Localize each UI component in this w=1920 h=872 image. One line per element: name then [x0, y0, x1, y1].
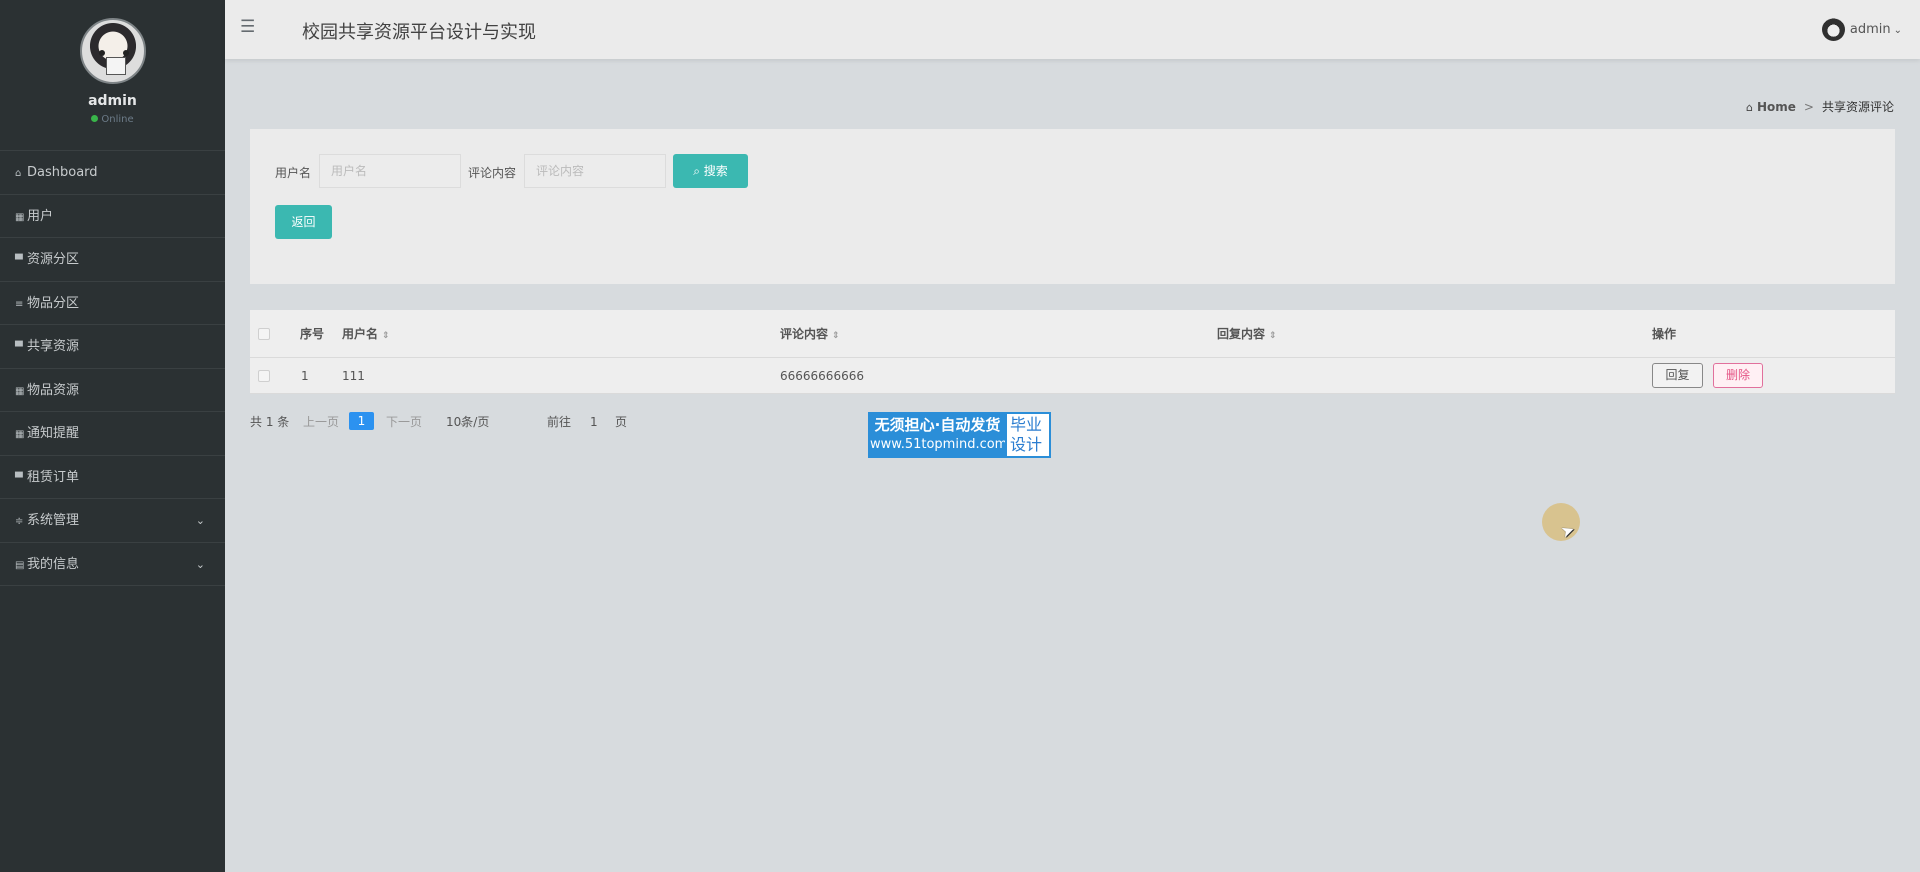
sidebar: admin Online ⌂ Dashboard ▦ 用户 ▀ 资源分区 ≡ 物品分区 … [0, 0, 225, 872]
top-header: ☰ 校园共享资源平台设计与实现 admin ⌄ [225, 0, 1920, 59]
online-status-label: Online [101, 114, 134, 125]
breadcrumb: ⌂ Home > 共享资源评论 [1746, 98, 1894, 115]
sidebar-item-label: 共享资源 [27, 339, 80, 354]
goto-label: 前往 [547, 415, 572, 429]
breadcrumb-home[interactable]: Home [1757, 100, 1796, 114]
column-header-comment[interactable]: 评论内容 ⇕ [780, 310, 840, 360]
username-label: 用户名 [275, 166, 312, 180]
sidebar-item-label: 物品分区 [27, 295, 80, 311]
online-status-dot-icon [91, 115, 99, 122]
row-comment: 66666666666 [780, 369, 864, 383]
comment-icon: ▀ [15, 472, 23, 484]
sidebar-item-notifications[interactable]: ▦ 通知提醒 [0, 412, 225, 456]
chevron-down-icon: ⌄ [1893, 25, 1902, 36]
banner-right-line-2: 设计 [1010, 435, 1043, 454]
comment-icon: ▀ [15, 342, 23, 353]
sidebar-item-label: 系统管理 [27, 513, 80, 528]
column-header-reply[interactable]: 回复内容 ⇕ [1217, 310, 1277, 360]
table-header-row: 序号 用户名 ⇕ 评论内容 ⇕ 回复内容 ⇕ 操作 [250, 310, 1895, 358]
prev-page-button[interactable]: 上一页 [303, 411, 339, 433]
sidebar-item-item-resources[interactable]: ▦ 物品资源 [0, 369, 225, 412]
sidebar-profile: admin Online [0, 0, 225, 150]
page-size-select[interactable]: 10条/页 ⌄ [446, 411, 489, 433]
select-all-checkbox[interactable] [258, 328, 270, 340]
chevron-down-icon: ⌄ [195, 514, 205, 527]
banner-right: 毕业 设计 [1005, 414, 1049, 456]
profile-name: admin [88, 93, 137, 109]
sort-icon[interactable]: ⇕ [832, 331, 840, 341]
search-icon: ⌕ [693, 164, 704, 178]
user-name: admin [1849, 22, 1891, 37]
profile-avatar [79, 18, 146, 84]
sidebar-item-label: 物品资源 [27, 382, 80, 398]
row-username: 111 [342, 369, 365, 383]
sort-icon[interactable]: ⇕ [382, 331, 390, 341]
comments-table: 序号 用户名 ⇕ 评论内容 ⇕ 回复内容 ⇕ 操作 1 111 66666666666… [250, 310, 1895, 394]
sidebar-item-label: 我的信息 [27, 556, 80, 572]
sidebar-item-label: 用户 [27, 208, 54, 224]
username-input[interactable]: 用户名 [319, 154, 461, 188]
goto-page-input[interactable]: 1 [590, 411, 598, 433]
sidebar-menu: ⌂ Dashboard ▦ 用户 ▀ 资源分区 ≡ 物品分区 ▀ 共享资源 ▦ 物品资源 ▦… [0, 150, 225, 586]
grid-icon: ▦ [15, 429, 25, 440]
breadcrumb-current: 共享资源评论 [1821, 100, 1894, 114]
site-title: 校园共享资源平台设计与实现 [302, 22, 536, 43]
promo-banner[interactable]: 无须担心·自动发货 www.51topmind.com 毕业 设计 [868, 412, 1051, 458]
user-menu[interactable]: admin ⌄ [1821, 18, 1902, 42]
next-page-button[interactable]: 下一页 [386, 411, 422, 433]
comment-icon: ▀ [15, 255, 23, 266]
hamburger-menu-icon[interactable]: ☰ [240, 18, 258, 36]
sidebar-item-users[interactable]: ▦ 用户 [0, 195, 225, 238]
breadcrumb-separator: > [1803, 100, 1814, 114]
column-header-username[interactable]: 用户名 ⇕ [342, 310, 390, 360]
search-panel: 用户名 用户名 评论内容 评论内容 ⌕ 搜索 返回 [250, 129, 1895, 284]
sidebar-item-my-info[interactable]: ▤ 我的信息 ⌄ [0, 543, 225, 586]
page-size-value: 10条/页 [446, 415, 490, 429]
grid-icon: ▦ [15, 211, 25, 223]
sidebar-item-system-management[interactable]: ≑ 系统管理 ⌄ [0, 499, 225, 543]
sidebar-item-resource-partition[interactable]: ▀ 资源分区 [0, 238, 225, 282]
sidebar-item-label: 资源分区 [27, 252, 80, 267]
column-header-comment-label: 评论内容 [780, 327, 829, 341]
page-number-current[interactable]: 1 [349, 412, 374, 430]
sidebar-item-label: 通知提醒 [27, 426, 80, 441]
column-header-actions: 操作 [1652, 327, 1677, 341]
column-header-username-label: 用户名 [342, 327, 379, 341]
reply-button[interactable]: 回复 [1652, 363, 1703, 388]
list-icon: ≡ [15, 298, 24, 310]
search-button[interactable]: ⌕ 搜索 [673, 154, 748, 188]
user-avatar [1821, 18, 1845, 41]
banner-site: www.51topmind.com [870, 437, 1008, 452]
column-header-reply-label: 回复内容 [1217, 327, 1266, 341]
sort-icon[interactable]: ⇕ [1269, 331, 1277, 341]
delete-button[interactable]: 删除 [1713, 363, 1763, 388]
online-status: Online [0, 114, 225, 125]
banner-right-line-1: 毕业 [1010, 415, 1043, 434]
page-suffix: 页 [615, 415, 628, 429]
row-checkbox[interactable] [258, 370, 270, 382]
comment-input[interactable]: 评论内容 [524, 154, 666, 188]
grid-icon: ▦ [15, 385, 25, 397]
banner-title: 无须担心·自动发货 [874, 416, 1001, 434]
column-header-index: 序号 [300, 327, 325, 341]
table-row: 1 111 66666666666 回复 删除 [250, 358, 1895, 394]
sidebar-item-dashboard[interactable]: ⌂ Dashboard [0, 151, 225, 195]
back-button[interactable]: 返回 [275, 205, 332, 239]
pagination-total: 共 1 条 [250, 415, 290, 429]
chevron-down-icon: ⌄ [195, 557, 205, 571]
sidebar-item-rental-orders[interactable]: ▀ 租赁订单 [0, 456, 225, 499]
home-icon: ⌂ [15, 168, 22, 179]
card-icon: ▤ [15, 559, 25, 571]
home-icon: ⌂ [1746, 101, 1753, 114]
sidebar-item-label: 租赁订单 [27, 469, 80, 485]
row-index: 1 [301, 369, 309, 383]
sliders-icon: ≑ [15, 516, 24, 527]
sidebar-item-shared-resources[interactable]: ▀ 共享资源 [0, 325, 225, 369]
sidebar-item-item-partition[interactable]: ≡ 物品分区 [0, 282, 225, 325]
search-button-label: 搜索 [703, 164, 728, 178]
comment-label: 评论内容 [468, 166, 517, 180]
banner-left: 无须担心·自动发货 www.51topmind.com [870, 414, 1008, 456]
sidebar-item-label: Dashboard [27, 165, 98, 180]
